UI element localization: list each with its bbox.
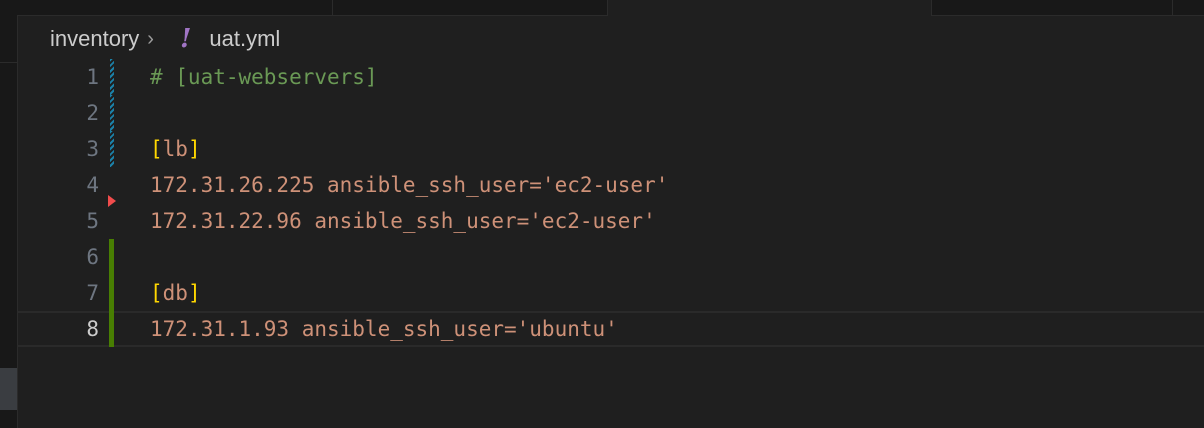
git-modified-marker[interactable]	[110, 131, 114, 167]
line-number: 8	[86, 317, 99, 341]
code-line[interactable]: 3 [lb]	[17, 131, 1204, 167]
tab-bar	[17, 0, 1204, 16]
tab-2[interactable]	[333, 0, 608, 15]
code-line[interactable]: 5 172.31.22.96 ansible_ssh_user='ec2-use…	[17, 203, 1204, 239]
activity-selected-item[interactable]	[0, 368, 17, 410]
code-line[interactable]: 6	[17, 239, 1204, 275]
section-name: db	[162, 281, 188, 305]
line-number: 6	[86, 245, 99, 269]
git-added-marker[interactable]	[109, 311, 114, 347]
code-line[interactable]: 2	[17, 95, 1204, 131]
section-bracket-close: ]	[187, 281, 201, 305]
git-added-marker[interactable]	[109, 275, 114, 311]
code-text: 172.31.22.96 ansible_ssh_user='ec2-user'	[150, 209, 656, 233]
code-line-current[interactable]: 8 172.31.1.93 ansible_ssh_user='ubuntu'	[17, 311, 1204, 347]
line-number: 1	[86, 65, 99, 89]
section-bracket-open: [	[150, 137, 163, 161]
line-number: 4	[86, 173, 99, 197]
git-added-marker[interactable]	[109, 239, 114, 275]
code-line[interactable]: 4 172.31.26.225 ansible_ssh_user='ec2-us…	[17, 167, 1204, 203]
line-number: 5	[86, 209, 99, 233]
breadcrumb-file[interactable]: uat.yml	[209, 26, 280, 52]
activity-strip	[0, 0, 18, 428]
line-number: 2	[86, 101, 99, 125]
section-name: lb	[162, 137, 188, 161]
tab-4[interactable]	[932, 0, 1173, 15]
activity-separator	[0, 62, 17, 63]
chevron-right-icon: ›	[147, 27, 154, 50]
tab-1[interactable]	[17, 0, 333, 15]
code-line[interactable]: 7 [db]	[17, 275, 1204, 311]
code-text: 172.31.26.225 ansible_ssh_user='ec2-user…	[150, 173, 669, 197]
code-text: [db]	[150, 275, 201, 311]
code-text: 172.31.1.93 ansible_ssh_user='ubuntu'	[150, 317, 618, 341]
code-text: [lb]	[150, 131, 201, 167]
line-number: 7	[86, 281, 99, 305]
yaml-file-icon: !	[179, 24, 192, 54]
git-modified-marker[interactable]	[110, 95, 114, 131]
code-text: # [uat-webservers]	[150, 65, 378, 89]
tab-5[interactable]	[1173, 0, 1204, 15]
section-bracket-close: ]	[187, 137, 201, 161]
line-number: 3	[86, 137, 99, 161]
code-line[interactable]: 1 # [uat-webservers]	[17, 59, 1204, 95]
section-bracket-open: [	[150, 281, 163, 305]
git-modified-marker[interactable]	[110, 59, 114, 95]
breadcrumb-folder[interactable]: inventory	[50, 26, 139, 52]
tab-active[interactable]	[608, 0, 932, 16]
breadcrumb: inventory › ! uat.yml	[50, 24, 280, 54]
